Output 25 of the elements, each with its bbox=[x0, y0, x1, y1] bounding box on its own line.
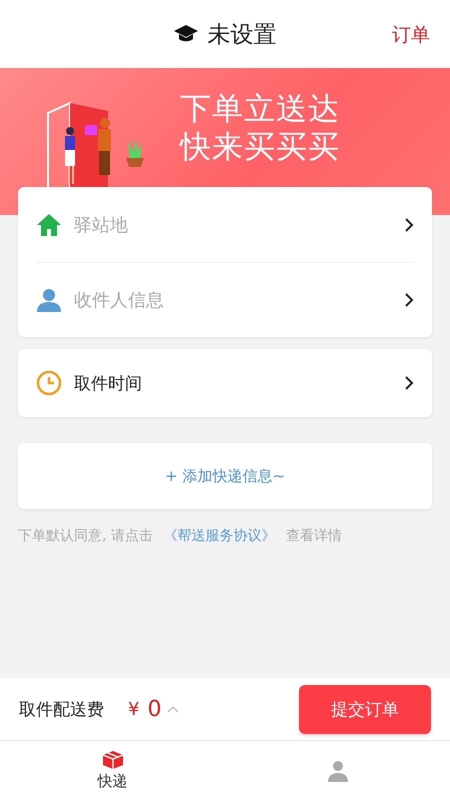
orders-link[interactable]: 订单 bbox=[392, 22, 430, 48]
header-title: 未设置 bbox=[208, 20, 276, 50]
person-icon bbox=[36, 288, 62, 312]
chevron-up-icon[interactable] bbox=[167, 705, 180, 713]
pickup-time-card[interactable]: 取件时间 bbox=[18, 349, 432, 417]
person-icon bbox=[326, 760, 348, 782]
agreement-link[interactable]: 《帮送服务协议》 bbox=[163, 528, 276, 544]
clock-icon bbox=[36, 370, 62, 396]
fee-label: 取件配送费 bbox=[19, 698, 104, 720]
chevron-right-icon bbox=[405, 376, 414, 390]
pickup-time-label: 取件时间 bbox=[74, 372, 143, 394]
house-icon bbox=[36, 212, 62, 236]
banner-headline: 下单立送达 bbox=[180, 90, 340, 128]
banner-headline: 快来买买买 bbox=[180, 128, 340, 166]
chevron-right-icon bbox=[405, 293, 414, 307]
submit-order-button[interactable]: 提交订单 bbox=[299, 684, 431, 734]
graduation-cap-icon bbox=[174, 25, 198, 43]
add-express-button[interactable]: + 添加快递信息~ bbox=[18, 443, 432, 509]
address-field[interactable]: 收件人信息 bbox=[74, 288, 393, 312]
chevron-right-icon bbox=[405, 218, 414, 232]
fee-amount: 0 bbox=[147, 696, 162, 722]
address-field[interactable]: 驿站地 bbox=[74, 212, 393, 236]
currency-symbol: ¥ bbox=[128, 698, 140, 720]
agreement-text: 下单默认同意, 请点击 《帮送服务协议》 查看详情 bbox=[18, 527, 343, 545]
box-icon bbox=[102, 750, 124, 770]
